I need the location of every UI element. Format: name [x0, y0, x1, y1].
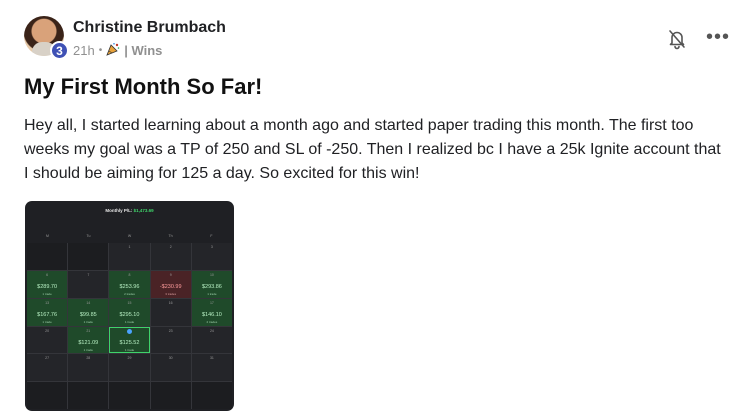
post-title: My First Month So Far! — [24, 74, 263, 99]
day-number: 13 — [45, 300, 50, 305]
calendar-day-cell: 10 $293.86 1 trade — [191, 270, 232, 298]
day-pnl: $167.76 — [37, 311, 58, 318]
today-marker — [126, 328, 132, 334]
calendar-day-cell: 16 — [150, 298, 191, 326]
author-name[interactable]: Christine Brumbach — [73, 19, 226, 37]
day-pnl: $295.10 — [119, 311, 140, 318]
day-number: 24 — [209, 328, 214, 333]
weekday-label: M — [46, 234, 49, 238]
weekday-header: M Tu W Th F — [27, 234, 232, 238]
calendar-day-cell: 29 — [109, 354, 150, 382]
day-trade-count: 1 trade — [124, 319, 135, 324]
day-pnl: $289.70 — [37, 283, 58, 290]
day-trade-count: 1 trade — [42, 291, 52, 296]
day-number: 23 — [168, 328, 173, 333]
calendar-day-cell: 3 — [191, 243, 232, 270]
day-pnl: $125.52 — [119, 339, 140, 346]
weekday-label: Tu — [86, 234, 91, 238]
calendar-day-cell — [68, 243, 109, 270]
monthly-pl-value: $1,473.69 — [133, 208, 154, 213]
day-number: 31 — [209, 356, 214, 361]
day-number: 9 — [169, 272, 172, 277]
weekday-label: W — [127, 234, 132, 238]
calendar-day-cell — [68, 382, 109, 409]
meta-separator: • — [98, 45, 103, 56]
post-image-calendar[interactable]: Monthly P/L: $1,473.69 M Tu W Th F 1 2 3 6 $289.… — [25, 201, 234, 411]
day-trade-count: 1 trade — [83, 347, 93, 352]
party-popper-icon — [106, 42, 120, 59]
day-number: 20 — [45, 328, 50, 333]
day-pnl: $253.96 — [119, 283, 140, 290]
day-trade-count: 2 trades — [124, 291, 135, 296]
calendar-day-cell: 2 — [150, 243, 191, 270]
level-badge: 3 — [50, 41, 69, 60]
day-trade-count: 3 trades — [165, 291, 177, 296]
bell-off-icon[interactable] — [666, 28, 688, 50]
day-pnl: $121.09 — [78, 339, 99, 346]
day-number: 17 — [209, 300, 214, 305]
day-number: 28 — [86, 356, 91, 361]
day-pnl: $293.86 — [201, 283, 222, 290]
day-number: 3 — [210, 245, 213, 249]
calendar-grid: 1 2 3 6 $289.70 1 trade 7 8 $253.96 2 trades 9 -$23… — [27, 243, 232, 409]
day-trade-count: 1 trade — [124, 347, 135, 352]
calendar-day-cell: 15 $295.10 1 trade — [109, 298, 150, 326]
monthly-pl-label: Monthly P/L: — [105, 208, 133, 213]
calendar-day-cell: 8 $253.96 2 trades — [109, 270, 150, 298]
calendar-day-cell: 7 — [68, 270, 109, 298]
day-number: 10 — [209, 272, 214, 277]
calendar-day-cell — [27, 243, 68, 270]
calendar-day-cell: 21 $121.09 1 trade — [68, 326, 109, 354]
calendar-day-cell — [150, 382, 191, 409]
day-trade-count: 1 trade — [83, 319, 93, 324]
post-meta: 21h • | Wins — [73, 42, 162, 59]
day-pnl: $99.85 — [79, 311, 97, 318]
day-number: 27 — [45, 356, 50, 361]
monthly-pl: Monthly P/L: $1,473.69 — [25, 208, 234, 213]
calendar-day-cell — [109, 382, 150, 409]
calendar-day-cell: 30 — [150, 354, 191, 382]
calendar-day-cell — [191, 382, 232, 409]
calendar-day-cell: 27 — [27, 354, 68, 382]
day-number: 8 — [128, 272, 131, 277]
day-number: 29 — [127, 356, 132, 361]
day-trade-count: 1 trade — [207, 291, 217, 296]
day-number: 2 — [169, 245, 172, 249]
calendar-day-cell: 20 — [27, 326, 68, 354]
day-pnl: $146.10 — [201, 311, 222, 318]
day-number: 15 — [127, 300, 132, 305]
day-number: 7 — [87, 272, 90, 277]
calendar-day-cell: 9 -$230.99 3 trades — [150, 270, 191, 298]
day-number: 16 — [168, 300, 173, 305]
weekday-label: F — [210, 234, 213, 238]
calendar-day-cell: 31 — [191, 354, 232, 382]
avatar[interactable]: 3 — [24, 16, 69, 60]
post-category[interactable]: | Wins — [124, 43, 162, 58]
calendar-day-cell: 23 — [150, 326, 191, 354]
calendar-day-cell: 14 $99.85 1 trade — [68, 298, 109, 326]
calendar-day-cell: 6 $289.70 1 trade — [27, 270, 68, 298]
day-pnl: -$230.99 — [159, 283, 182, 290]
day-trade-count: 1 trade — [42, 319, 52, 324]
day-number: 30 — [168, 356, 173, 361]
calendar-day-cell: 17 $146.10 2 trades — [191, 298, 232, 326]
day-trade-count: 2 trades — [206, 319, 218, 324]
weekday-label: Th — [168, 234, 173, 238]
post-time[interactable]: 21h — [73, 43, 95, 58]
post-body: Hey all, I started learning about a mont… — [24, 117, 721, 182]
calendar-day-cell: 13 $167.76 1 trade — [27, 298, 68, 326]
more-horizontal-icon[interactable]: ••• — [706, 26, 730, 50]
calendar-day-cell: 28 — [68, 354, 109, 382]
calendar-day-cell: 1 — [109, 243, 150, 270]
calendar-day-cell — [27, 382, 68, 409]
day-number: 21 — [86, 328, 91, 333]
day-number: 6 — [46, 272, 49, 277]
calendar-day-cell: 24 — [191, 326, 232, 354]
day-number: 14 — [86, 300, 91, 305]
day-number: 1 — [128, 245, 131, 249]
calendar-day-cell: $125.52 1 trade — [109, 326, 150, 354]
